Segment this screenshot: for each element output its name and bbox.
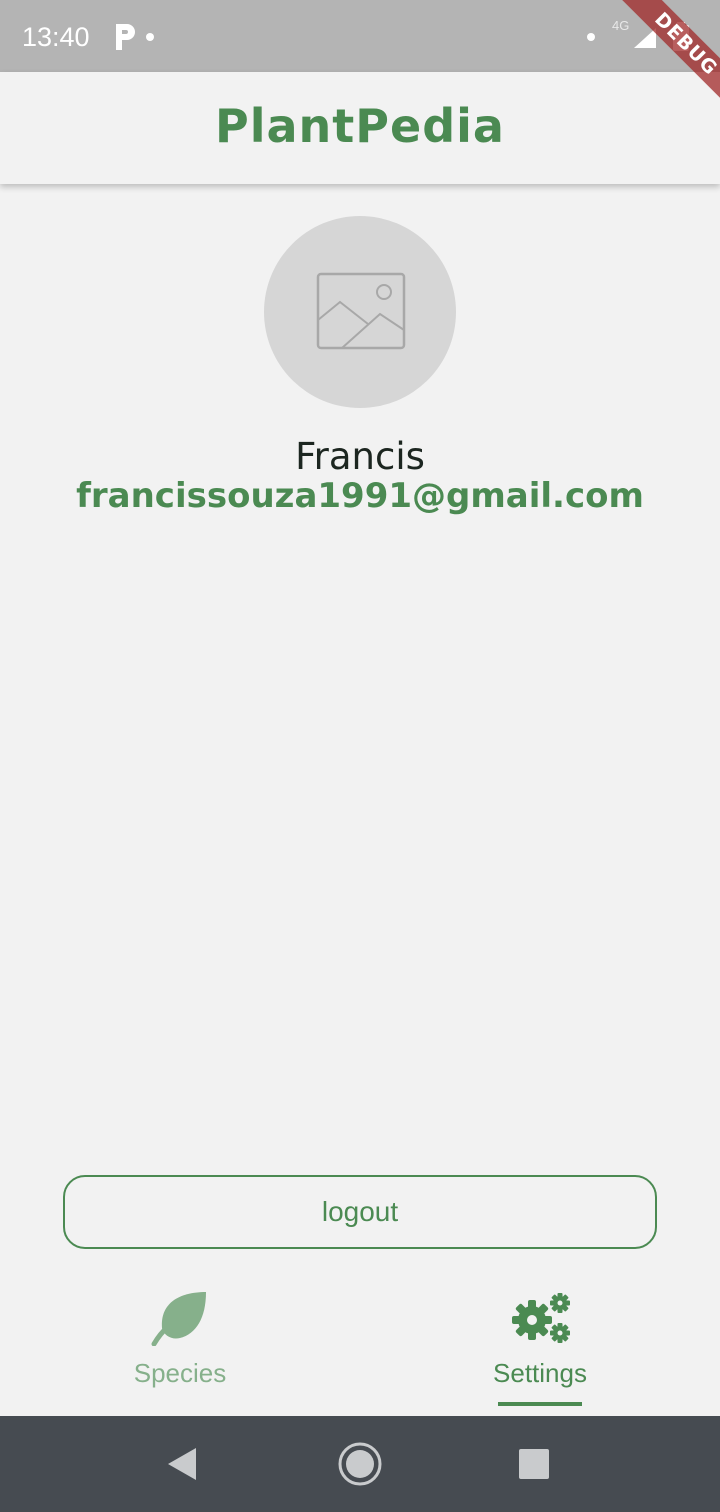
nav-item-settings[interactable]: Settings xyxy=(430,1282,650,1410)
logout-button[interactable]: logout xyxy=(63,1175,657,1249)
system-nav-bar xyxy=(0,1416,720,1512)
user-email: francissouza1991@gmail.com xyxy=(76,476,644,516)
logout-label: logout xyxy=(321,1196,399,1227)
avatar[interactable] xyxy=(264,216,456,408)
image-placeholder-icon xyxy=(316,272,406,350)
nav-item-species[interactable]: Species xyxy=(70,1282,290,1410)
home-icon[interactable] xyxy=(336,1440,384,1488)
leaf-icon xyxy=(151,1292,206,1346)
debug-ribbon-container: DEBUG xyxy=(580,0,720,140)
nav-label-settings: Settings xyxy=(493,1358,587,1388)
nav-label-species: Species xyxy=(133,1358,227,1388)
back-icon[interactable] xyxy=(160,1440,208,1488)
nav-selected-indicator xyxy=(498,1402,582,1406)
status-time: 13:40 xyxy=(22,22,90,52)
recents-icon[interactable] xyxy=(510,1440,558,1488)
gears-icon xyxy=(512,1293,570,1343)
parking-icon xyxy=(116,24,135,50)
notification-dot-icon xyxy=(146,33,154,41)
debug-banner: DEBUG xyxy=(605,0,720,125)
